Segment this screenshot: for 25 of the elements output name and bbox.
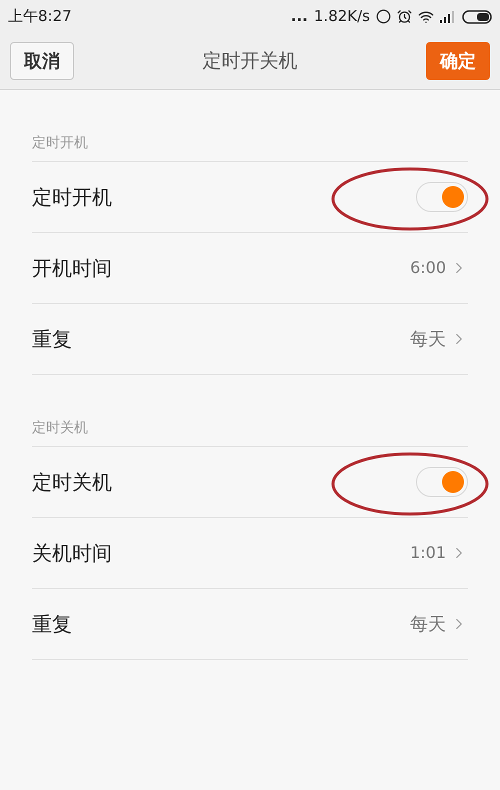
section-header: 定时开机 (32, 134, 88, 152)
cancel-button[interactable]: 取消 (10, 42, 74, 80)
confirm-button[interactable]: 确定 (426, 42, 490, 80)
toggle-switch[interactable] (416, 182, 468, 212)
row-value-link[interactable]: 每天 (410, 610, 468, 638)
page-title: 定时开关机 (202, 48, 298, 74)
row-value-link[interactable]: 每天 (410, 326, 468, 352)
row-label: 定时关机 (32, 469, 112, 496)
row-label: 重复 (32, 611, 72, 638)
row-value-link[interactable]: 6:00 (410, 256, 468, 280)
section-header: 定时关机 (32, 418, 88, 438)
row-label: 关机时间 (32, 540, 112, 567)
wifi-icon (418, 8, 434, 24)
network-speed: 1.82K/s (314, 6, 370, 28)
battery-icon (462, 10, 492, 24)
row-label: 定时开机 (32, 184, 112, 211)
status-time: 上午8:27 (8, 6, 72, 28)
toggle-switch[interactable] (416, 467, 468, 497)
status-dots: ... (290, 6, 308, 28)
row-label: 重复 (32, 326, 72, 353)
alarm-icon (397, 9, 412, 24)
row-value-link[interactable]: 1:01 (410, 541, 468, 565)
row-label: 开机时间 (32, 255, 112, 282)
signal-icon (440, 10, 456, 22)
sync-icon (376, 9, 391, 24)
